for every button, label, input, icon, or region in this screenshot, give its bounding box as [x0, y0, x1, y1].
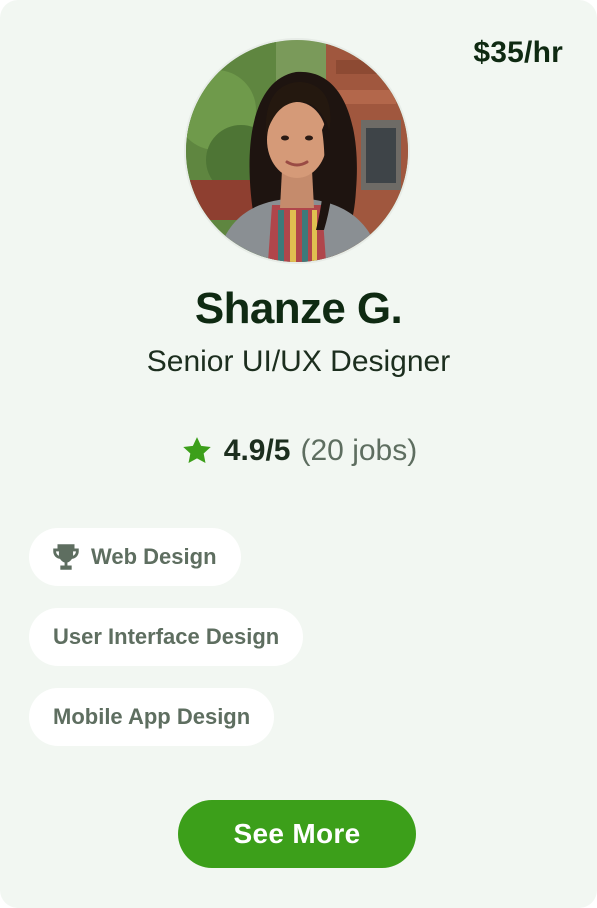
jobs-count: (20 jobs) — [300, 434, 418, 467]
skill-chip[interactable]: Web Design — [29, 528, 241, 586]
skill-label: User Interface Design — [53, 624, 280, 649]
trophy-icon — [53, 544, 79, 570]
see-more-button[interactable]: See More — [178, 800, 416, 868]
rating-summary: 4.9/5 (20 jobs) — [0, 434, 597, 468]
skills-list: Web Design User Interface Design Mobile … — [29, 528, 304, 746]
star-icon — [183, 437, 211, 464]
freelancer-title: Senior UI/UX Designer — [146, 345, 451, 378]
skill-label: Web Design — [91, 544, 217, 569]
skill-chip[interactable]: User Interface Design — [29, 608, 304, 666]
hourly-rate: $35/hr — [473, 36, 563, 69]
profile-photo — [186, 40, 408, 262]
freelancer-name[interactable]: Shanze G. — [0, 284, 597, 334]
freelancer-card[interactable]: $35/hr Shanze G. Senior UI/UX Designer 4… — [0, 0, 597, 908]
rating-score: 4.9/5 — [223, 434, 291, 467]
skill-chip[interactable]: Mobile App Design — [29, 688, 275, 746]
avatar[interactable] — [186, 40, 408, 262]
skill-label: Mobile App Design — [53, 704, 251, 729]
